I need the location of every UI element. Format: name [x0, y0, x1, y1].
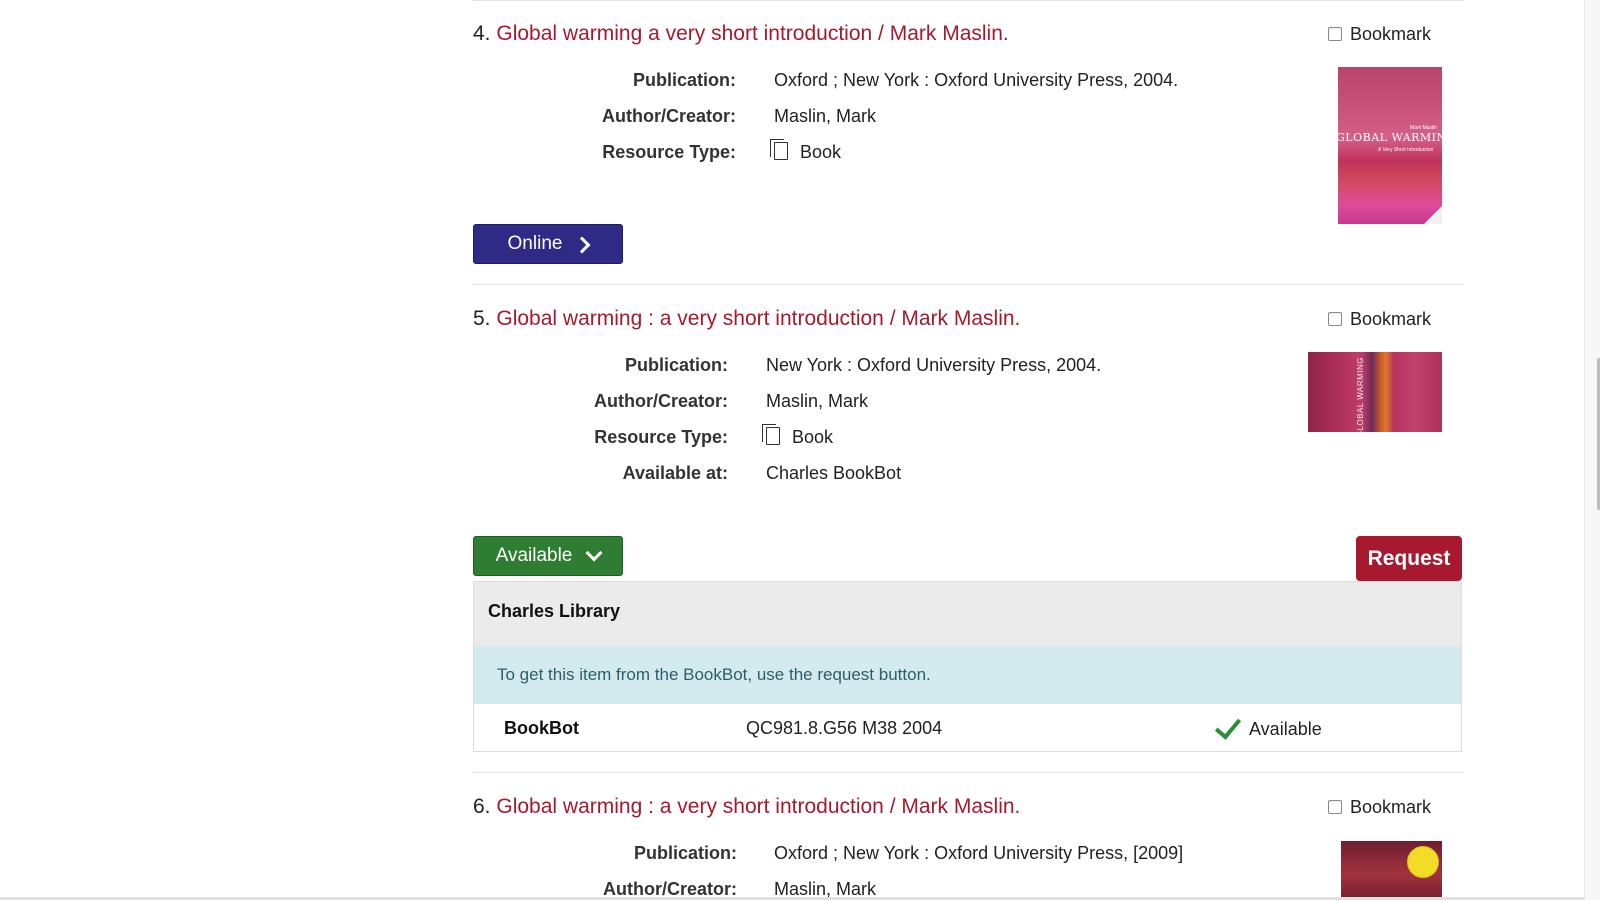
book-cover-thumbnail[interactable]: Mark Maslin GLOBAL WARMING A Very Short …	[1338, 67, 1442, 224]
holdings-panel: Charles Library To get this item from th…	[473, 581, 1462, 752]
field-value: Oxford ; New York : Oxford University Pr…	[774, 843, 1184, 863]
result-details: Publication: Oxford ; New York : Oxford …	[473, 69, 1178, 179]
field-label: Publication:	[625, 355, 728, 375]
online-access-button[interactable]: Online	[473, 224, 623, 264]
result-divider	[473, 0, 1464, 1]
result-title-link[interactable]: Global warming : a very short introducti…	[496, 795, 1020, 818]
holding-location: BookBot	[504, 718, 579, 738]
cover-sun-graphic	[1407, 846, 1439, 878]
library-name: Charles Library	[488, 601, 621, 621]
resource-type-value: Book	[770, 139, 841, 163]
field-value: Oxford ; New York : Oxford University Pr…	[774, 70, 1179, 90]
field-label: Author/Creator:	[602, 106, 736, 126]
result-details: Publication: New York : Oxford Universit…	[473, 354, 1173, 504]
request-button[interactable]: Request	[1356, 536, 1462, 581]
book-cover-thumbnail[interactable]: GLOBAL WARMING	[1308, 352, 1442, 432]
result-number: 5.	[473, 307, 491, 330]
vertical-scrollbar[interactable]	[1584, 0, 1600, 900]
bookmark-toggle[interactable]: Bookmark	[1328, 23, 1431, 45]
checkbox-icon[interactable]	[1328, 27, 1342, 41]
bookmark-label: Bookmark	[1350, 797, 1432, 817]
online-button-label: Online	[507, 233, 563, 254]
book-cover-thumbnail[interactable]	[1341, 841, 1442, 897]
holdings-info-message: To get this item from the BookBot, use t…	[474, 646, 1461, 704]
field-label: Available at:	[622, 463, 728, 483]
field-label: Author/Creator:	[594, 391, 728, 411]
checkbox-icon[interactable]	[1328, 800, 1342, 814]
status-text: Available	[1249, 718, 1322, 739]
field-value: Maslin, Mark	[774, 106, 877, 126]
availability-button-label: Available	[495, 545, 573, 566]
call-number: QC981.8.G56 M38 2004	[746, 718, 943, 738]
checkbox-icon[interactable]	[1328, 312, 1342, 326]
field-value: Maslin, Mark	[766, 391, 869, 411]
field-label: Resource Type:	[594, 427, 728, 447]
field-label: Publication:	[633, 70, 736, 90]
bookmark-label: Bookmark	[1350, 24, 1432, 44]
availability-status: Available	[1213, 712, 1322, 744]
field-label: Resource Type:	[602, 142, 736, 162]
result-divider	[473, 284, 1464, 285]
result-details: Publication: Oxford ; New York : Oxford …	[473, 842, 1183, 900]
chevron-right-icon	[573, 236, 591, 253]
result-number: 4.	[473, 22, 491, 45]
holdings-header: Charles Library	[474, 582, 1461, 646]
chevron-down-icon	[585, 544, 603, 562]
result-title: 4. Global warming a very short introduct…	[473, 21, 1009, 47]
result-number: 6.	[473, 795, 491, 818]
result-title: 6. Global warming : a very short introdu…	[473, 794, 1020, 820]
resource-type-value: Book	[762, 424, 833, 448]
book-icon	[762, 424, 780, 445]
holdings-row: BookBot QC981.8.G56 M38 2004 Available	[474, 704, 1461, 752]
result-divider	[473, 772, 1464, 773]
cover-title: GLOBAL WARMING	[1338, 131, 1442, 144]
availability-toggle-button[interactable]: Available	[473, 536, 623, 576]
field-label: Publication:	[634, 843, 737, 863]
field-value: New York : Oxford University Press, 2004…	[766, 355, 1102, 375]
checkmark-icon	[1214, 712, 1242, 740]
result-title: 5. Global warming : a very short introdu…	[473, 306, 1020, 332]
result-title-link[interactable]: Global warming : a very short introducti…	[496, 307, 1020, 330]
field-value: Charles BookBot	[766, 463, 902, 483]
bookmark-label: Bookmark	[1350, 309, 1432, 329]
result-title-link[interactable]: Global warming a very short introduction…	[496, 22, 1008, 45]
cover-title: GLOBAL WARMING	[1356, 357, 1365, 432]
book-icon	[770, 139, 788, 160]
bookmark-toggle[interactable]: Bookmark	[1328, 308, 1431, 330]
bookmark-toggle[interactable]: Bookmark	[1328, 796, 1431, 818]
info-text: To get this item from the BookBot, use t…	[497, 665, 931, 684]
